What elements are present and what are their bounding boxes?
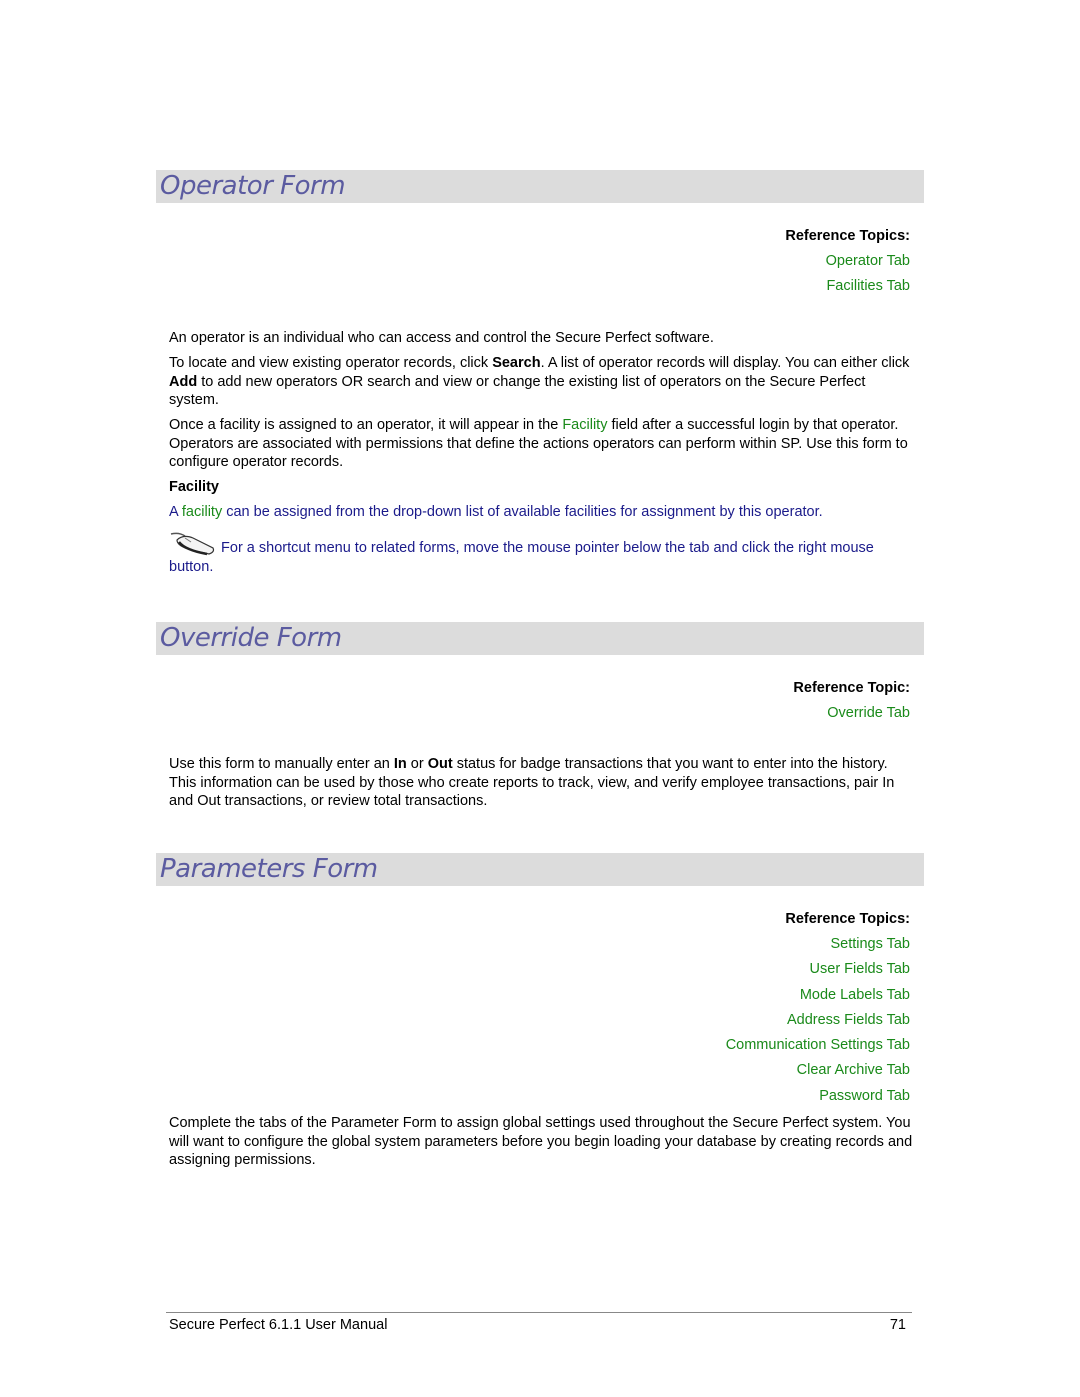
reference-topic-label: Reference Topic: (793, 680, 910, 696)
link-user-fields-tab[interactable]: User Fields Tab (726, 957, 910, 982)
text: to add new operators OR search and view … (169, 373, 866, 409)
footer-page-number: 71 (889, 1317, 906, 1333)
facility-description: A facility can be assigned from the drop… (169, 503, 914, 522)
operator-form-heading: Operator Form (156, 170, 924, 203)
in-term: In (393, 756, 407, 772)
add-term: Add (169, 373, 198, 390)
facility-subheading: Facility (169, 479, 219, 495)
text: To locate and view existing operator rec… (169, 355, 493, 371)
text: can be assigned from the drop-down list … (222, 504, 823, 520)
link-settings-tab[interactable]: Settings Tab (726, 932, 910, 957)
operator-intro-paragraph: An operator is an individual who can acc… (169, 330, 714, 346)
parameters-paragraph: Complete the tabs of the Parameter Form … (169, 1115, 913, 1168)
text: . A list of operator records will displa… (540, 355, 910, 371)
footer-divider (166, 1312, 912, 1313)
link-mode-labels-tab[interactable]: Mode Labels Tab (726, 983, 910, 1008)
override-reference-topic: Reference Topic: Override Tab (793, 676, 910, 726)
text: Use this form to manually enter an (169, 756, 394, 772)
out-term: Out (427, 756, 453, 772)
link-clear-archive-tab[interactable]: Clear Archive Tab (726, 1058, 910, 1083)
text: Once a facility is assigned to an operat… (169, 417, 563, 433)
link-communication-settings-tab[interactable]: Communication Settings Tab (726, 1033, 910, 1058)
shortcut-tip-text: For a shortcut menu to related forms, mo… (169, 540, 874, 575)
override-form-title: Override Form (160, 623, 342, 653)
override-paragraph: Use this form to manually enter an In or… (169, 755, 914, 811)
link-facilities-tab[interactable]: Facilities Tab (785, 274, 910, 299)
reference-topics-label: Reference Topics: (785, 228, 910, 244)
facility-inline-link[interactable]: facility (182, 504, 222, 520)
text: A (169, 504, 182, 520)
operator-reference-topics: Reference Topics: Operator Tab Facilitie… (785, 224, 910, 300)
shortcut-tip: For a shortcut menu to related forms, mo… (169, 530, 914, 577)
override-form-heading: Override Form (156, 622, 924, 655)
footer-manual-title: Secure Perfect 6.1.1 User Manual (169, 1317, 388, 1333)
mouse-icon (169, 530, 217, 556)
link-operator-tab[interactable]: Operator Tab (785, 249, 910, 274)
link-address-fields-tab[interactable]: Address Fields Tab (726, 1008, 910, 1033)
operator-form-title: Operator Form (160, 171, 346, 201)
search-term: Search (492, 355, 541, 371)
text: or (406, 756, 428, 772)
facility-link[interactable]: Facility (562, 417, 607, 433)
operator-facility-paragraph: Once a facility is assigned to an operat… (169, 416, 914, 472)
link-override-tab[interactable]: Override Tab (793, 701, 910, 726)
parameters-form-title: Parameters Form (160, 854, 378, 884)
parameters-form-heading: Parameters Form (156, 853, 924, 886)
operator-search-paragraph: To locate and view existing operator rec… (169, 354, 914, 410)
link-password-tab[interactable]: Password Tab (726, 1084, 910, 1109)
parameters-reference-topics: Reference Topics: Settings Tab User Fiel… (726, 907, 910, 1109)
reference-topics-label: Reference Topics: (785, 911, 910, 927)
